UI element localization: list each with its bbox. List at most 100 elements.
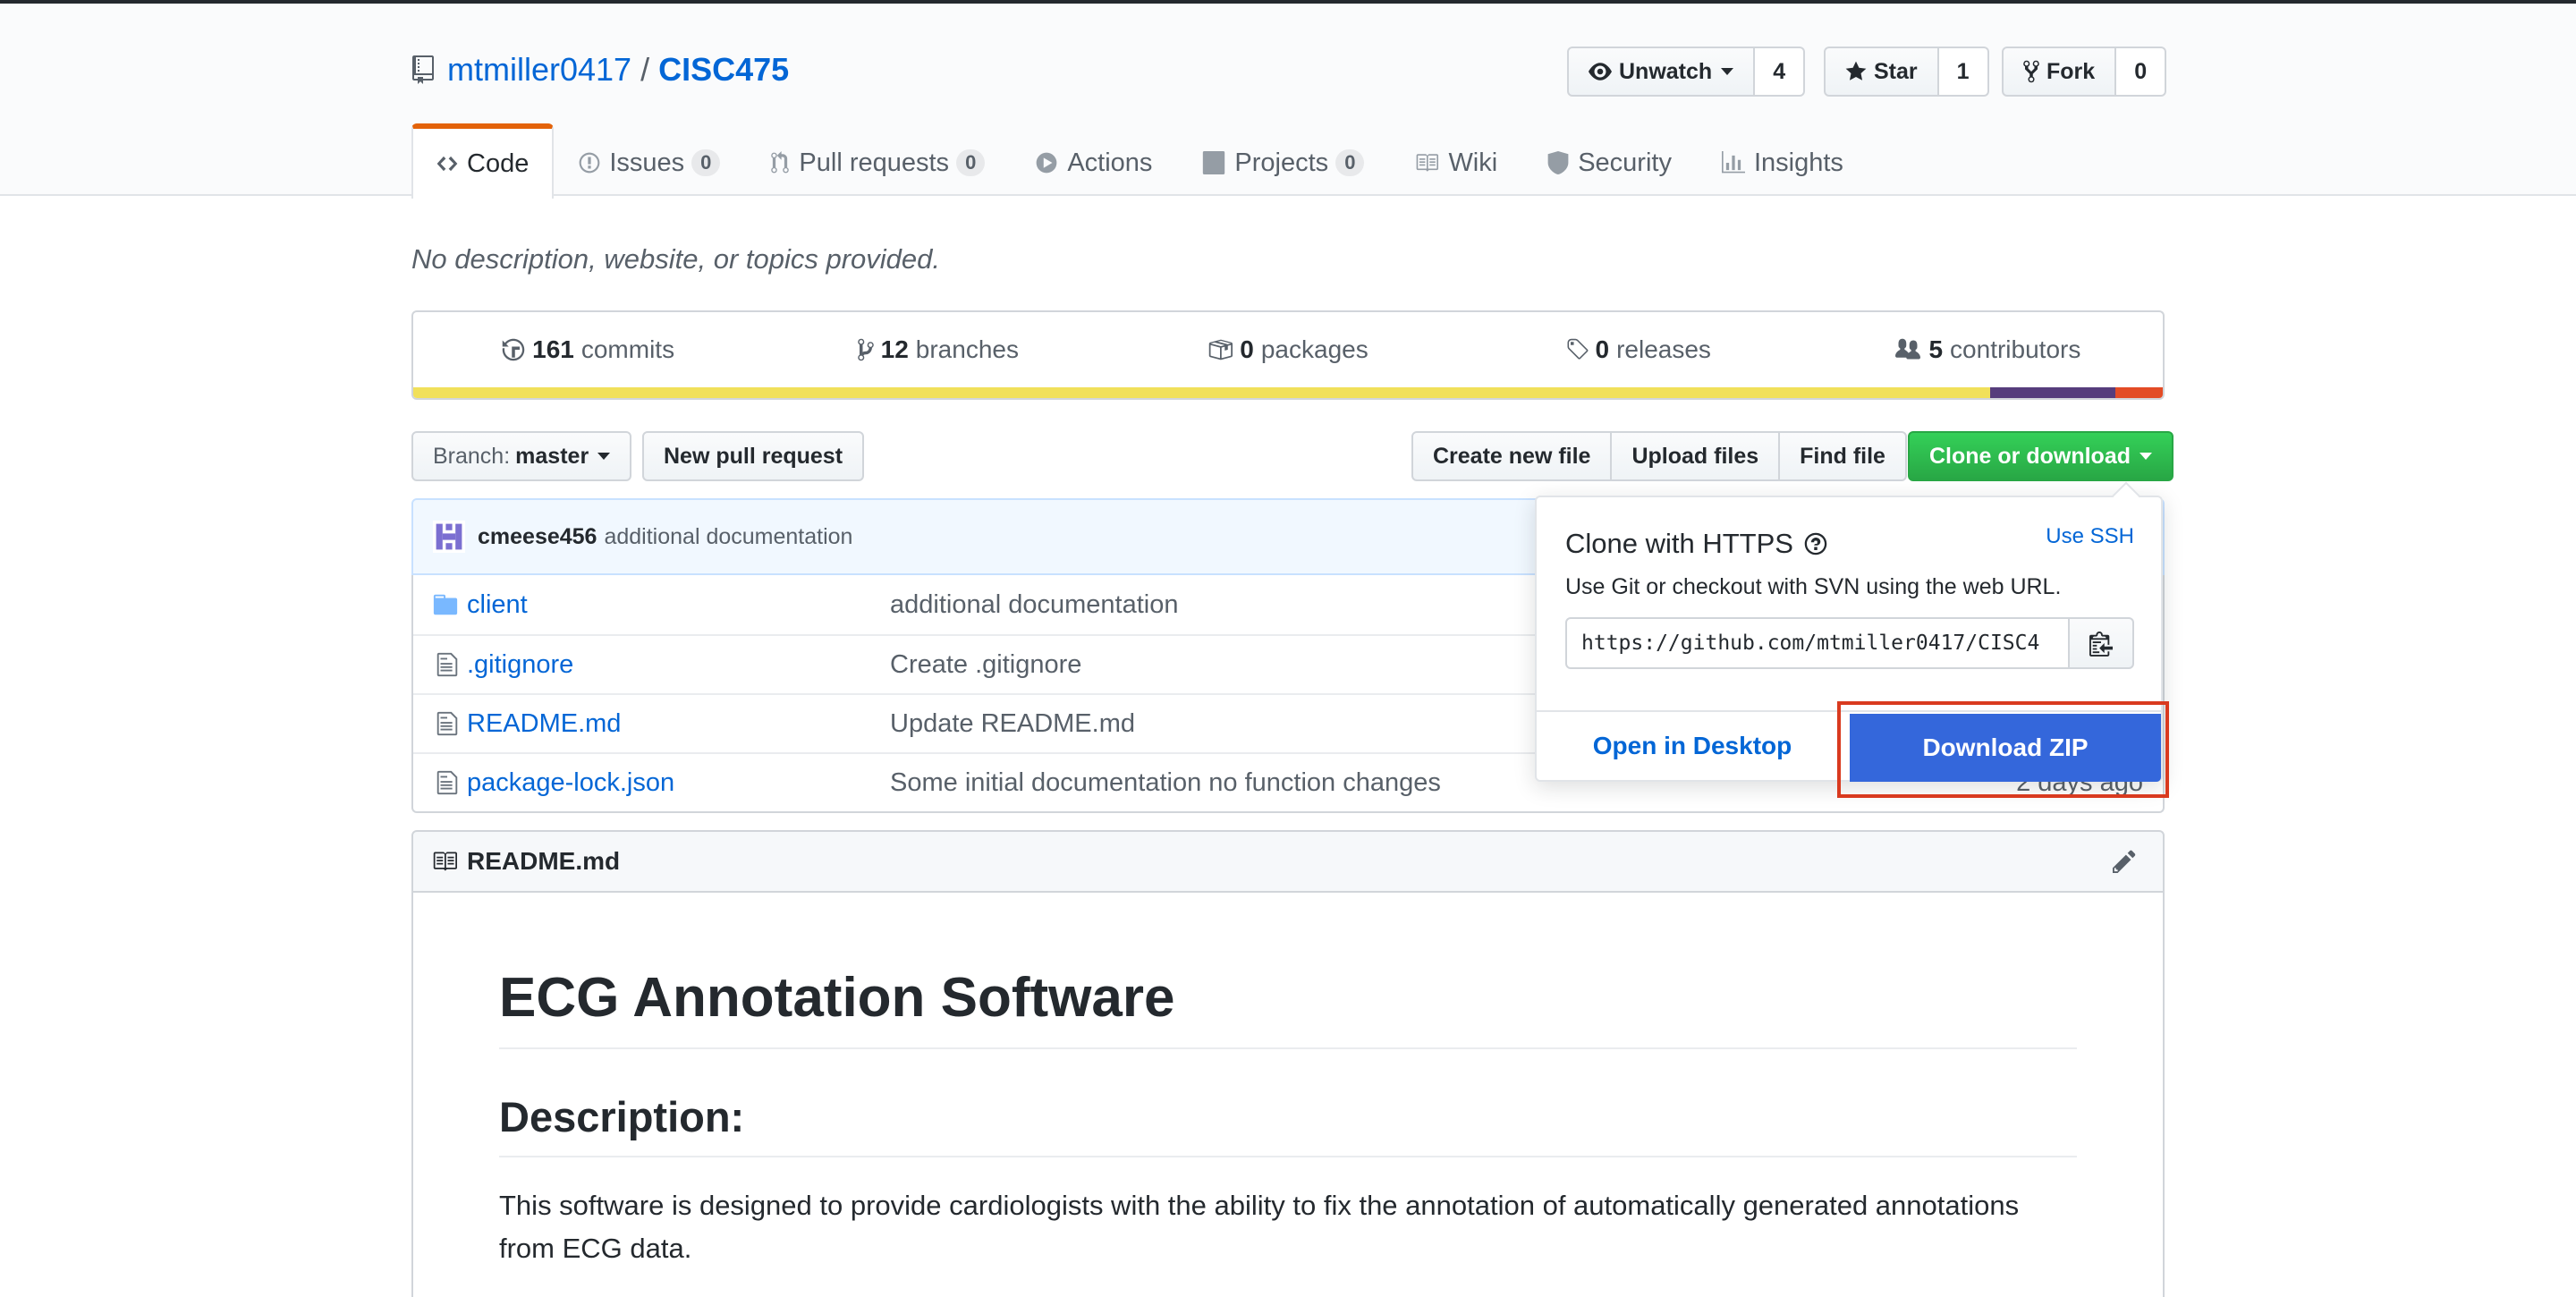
clone-url-input[interactable] (1565, 617, 2070, 669)
fork-label: Fork (2046, 58, 2096, 84)
branch-icon (857, 338, 874, 361)
file-name-link[interactable]: .gitignore (467, 650, 890, 680)
star-button[interactable]: Star (1824, 47, 1939, 97)
file-name-link[interactable]: package-lock.json (467, 768, 890, 798)
contributors-link[interactable]: 5 contributors (1813, 335, 2163, 364)
tab-insights[interactable]: Insights (1697, 123, 1868, 197)
clone-title-text: Clone with HTTPS (1565, 528, 1793, 559)
chevron-down-icon (2140, 453, 2152, 460)
open-in-desktop-button[interactable]: Open in Desktop (1537, 712, 1848, 780)
repo-icon (412, 55, 434, 84)
fork-button[interactable]: Fork (2002, 47, 2117, 97)
packages-count: 0 (1240, 335, 1254, 363)
clone-dropdown-title: Clone with HTTPS (1565, 528, 1827, 560)
tag-icon (1567, 338, 1588, 360)
tab-projects[interactable]: Projects 0 (1177, 123, 1389, 197)
branch-name: master (515, 443, 589, 469)
file-icon (413, 651, 467, 678)
file-icon (413, 710, 467, 737)
clone-or-download-label: Clone or download (1929, 443, 2131, 469)
tab-security-label: Security (1578, 148, 1672, 177)
clone-group: Clone or download (1908, 431, 2174, 481)
find-file-button[interactable]: Find file (1778, 431, 1907, 481)
package-icon (1209, 339, 1233, 360)
projects-counter: 0 (1335, 149, 1365, 176)
repo-owner-link[interactable]: mtmiller0417 (447, 51, 631, 89)
code-icon (436, 156, 458, 172)
tab-wiki[interactable]: Wiki (1389, 123, 1522, 197)
repo-nav: Code Issues 0 Pull requests 0 Actions Pr… (411, 123, 1868, 199)
releases-link[interactable]: 0 releases (1463, 335, 1813, 364)
tab-wiki-label: Wiki (1448, 148, 1498, 177)
file-name-link[interactable]: README.md (467, 709, 890, 739)
tab-insights-label: Insights (1753, 148, 1843, 177)
stars-count[interactable]: 1 (1938, 47, 1989, 97)
watchers-count[interactable]: 4 (1755, 47, 1806, 97)
file-icon (413, 769, 467, 796)
tab-actions[interactable]: Actions (1010, 123, 1177, 197)
highlight-box (1837, 701, 2169, 798)
eye-icon (1589, 63, 1612, 81)
tab-actions-label: Actions (1067, 148, 1153, 177)
tab-issues[interactable]: Issues 0 (554, 123, 745, 197)
commit-author-link[interactable]: cmeese456 (478, 524, 597, 550)
fork-icon (2023, 60, 2039, 83)
avatar[interactable] (433, 521, 465, 553)
new-pull-request-button[interactable]: New pull request (642, 431, 865, 481)
commits-link[interactable]: 161 commits (413, 335, 763, 364)
tab-issues-label: Issues (609, 148, 685, 177)
pencil-icon[interactable] (2113, 848, 2145, 875)
readme-body: ECG Annotation Software Description: Thi… (411, 893, 2165, 1297)
contributors-label: contributors (1950, 335, 2081, 363)
pull-requests-counter: 0 (956, 149, 986, 176)
branches-count: 12 (880, 335, 909, 363)
tab-security[interactable]: Security (1522, 123, 1697, 197)
tab-projects-label: Projects (1234, 148, 1329, 177)
chevron-down-icon (597, 453, 611, 460)
branches-label: branches (915, 335, 1019, 363)
unwatch-button[interactable]: Unwatch (1567, 47, 1756, 97)
packages-link[interactable]: 0 packages (1113, 335, 1462, 364)
releases-label: releases (1616, 335, 1711, 363)
contributors-count: 5 (1928, 335, 1944, 363)
branches-link[interactable]: 12 branches (763, 335, 1113, 364)
tab-pull-requests[interactable]: Pull requests 0 (745, 123, 1010, 197)
repo-separator: / (640, 51, 650, 88)
history-icon (502, 338, 525, 361)
readme-paragraph: This software is designed to provide car… (499, 1190, 2020, 1264)
repo-description: No description, website, or topics provi… (411, 243, 941, 275)
create-new-file-button[interactable]: Create new file (1411, 431, 1613, 481)
forks-count[interactable]: 0 (2116, 47, 2167, 97)
numbers-summary: 161 commits 12 branches 0 packages 0 rel… (411, 310, 2165, 387)
clipboard-icon[interactable] (2070, 617, 2134, 669)
upload-files-button[interactable]: Upload files (1610, 431, 1781, 481)
branch-select-group: Branch: master (411, 431, 632, 481)
branch-select-button[interactable]: Branch: master (411, 431, 632, 481)
commits-label: commits (580, 335, 675, 363)
watch-group: Unwatch 4 (1567, 47, 1806, 97)
issue-icon (579, 152, 600, 174)
clone-or-download-button[interactable]: Clone or download (1908, 431, 2174, 481)
language-bar[interactable] (411, 387, 2165, 400)
readme-header: README.md (411, 830, 2165, 893)
file-name-link[interactable]: client (467, 590, 890, 620)
readme-title: ECG Annotation Software (499, 966, 2077, 1049)
dropdown-arrow (2112, 481, 2140, 510)
file-actions-group: Create new file Upload files Find file (1411, 431, 1907, 481)
book-icon (1417, 154, 1439, 172)
language-segment (1990, 387, 2116, 398)
commit-message-link[interactable]: additional documentation (604, 524, 852, 550)
question-icon[interactable] (1804, 531, 1827, 556)
star-group: Star 1 (1824, 47, 1989, 97)
use-ssh-link[interactable]: Use SSH (2046, 524, 2134, 549)
clone-hint: Use Git or checkout with SVN using the w… (1565, 574, 2062, 599)
issues-counter: 0 (691, 149, 721, 176)
tab-pull-requests-label: Pull requests (799, 148, 950, 177)
shield-icon (1547, 151, 1569, 174)
language-segment (413, 387, 1991, 398)
fork-group: Fork 0 (2002, 47, 2167, 97)
tab-code-label: Code (467, 148, 530, 178)
play-icon (1036, 152, 1057, 174)
repo-name-link[interactable]: CISC475 (658, 51, 789, 89)
tab-code[interactable]: Code (411, 123, 555, 199)
